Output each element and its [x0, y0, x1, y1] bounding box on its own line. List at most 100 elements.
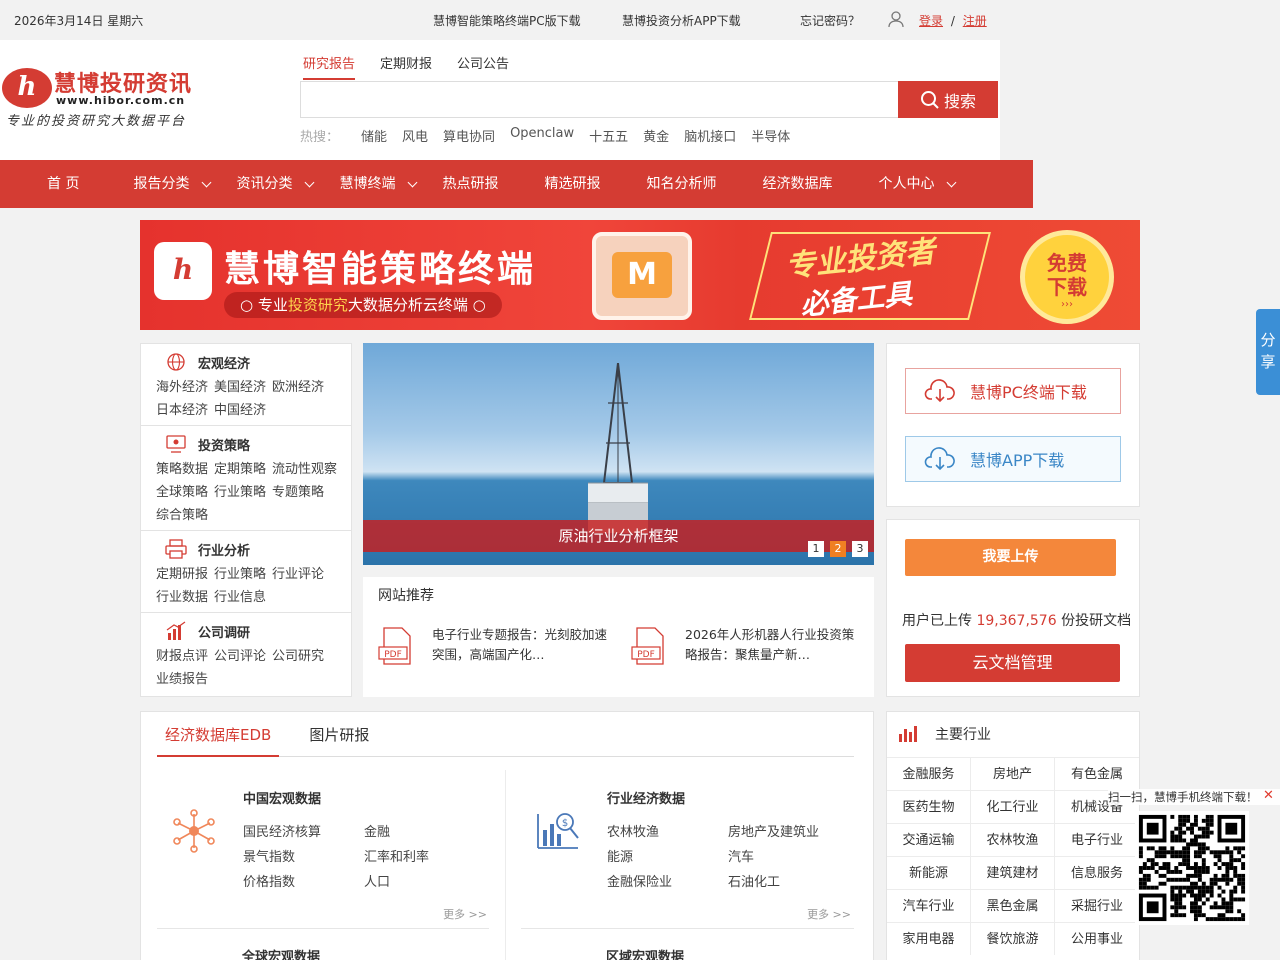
- close-icon[interactable]: ✕: [1263, 789, 1277, 803]
- edb-group-title[interactable]: 中国宏观数据: [243, 788, 321, 807]
- category-link[interactable]: 行业数据: [156, 590, 208, 605]
- hot-keyword[interactable]: 储能: [361, 126, 387, 145]
- edb-link[interactable]: 国民经济核算: [243, 820, 364, 845]
- terminal-banner[interactable]: h 慧博智能策略终端 ○ 专业投资研究大数据分析云终端 ○ M 专业投资者 必备…: [140, 220, 1140, 330]
- category-link[interactable]: 专题策略: [272, 485, 324, 500]
- hot-keyword[interactable]: 半导体: [751, 126, 790, 145]
- industry-item[interactable]: 采掘行业: [1055, 889, 1139, 922]
- industry-item[interactable]: 新能源: [887, 856, 971, 889]
- slider-caption[interactable]: 原油行业分析框架: [363, 520, 874, 552]
- category-link[interactable]: 定期研报: [156, 567, 208, 582]
- edb-more-link[interactable]: 更多 >>: [443, 906, 487, 922]
- edb-link[interactable]: 价格指数: [243, 870, 364, 895]
- edb-link[interactable]: 能源: [607, 845, 728, 870]
- category-link[interactable]: 业绩报告: [156, 672, 208, 687]
- industry-item[interactable]: 化工行业: [971, 790, 1055, 823]
- login-link[interactable]: 登录: [919, 14, 943, 28]
- nav-home[interactable]: 首 页: [47, 160, 79, 208]
- nav-economic-db[interactable]: 经济数据库: [762, 160, 832, 208]
- nav-analysts[interactable]: 知名分析师: [646, 160, 716, 208]
- category-link[interactable]: 欧洲经济: [272, 380, 324, 395]
- category-link[interactable]: 财报点评: [156, 649, 208, 664]
- category-link[interactable]: 行业策略: [214, 567, 266, 582]
- hot-keyword[interactable]: 风电: [402, 126, 428, 145]
- hot-keyword[interactable]: 算电协同: [443, 126, 495, 145]
- category-link[interactable]: 行业评论: [272, 567, 324, 582]
- pc-download-button[interactable]: 慧博PC终端下载: [905, 368, 1121, 414]
- nav-hot-reports[interactable]: 热点研报: [442, 160, 498, 208]
- recommend-item[interactable]: PDF 电子行业专题报告：光刻胶加速突围，高端国产化…: [378, 625, 608, 665]
- search-tab-announcements[interactable]: 公司公告: [457, 53, 509, 80]
- edb-link[interactable]: 房地产及建筑业: [728, 820, 849, 845]
- industry-item[interactable]: 黑色金属: [971, 889, 1055, 922]
- edb-link[interactable]: 石油化工: [728, 870, 849, 895]
- hot-keyword[interactable]: Openclaw: [510, 126, 574, 145]
- hot-keyword[interactable]: 十五五: [589, 126, 628, 145]
- category-link[interactable]: 美国经济: [214, 380, 266, 395]
- nav-terminal[interactable]: 慧博终端: [339, 160, 418, 208]
- pc-terminal-download-link[interactable]: 慧博智能策略终端PC版下载: [433, 12, 581, 29]
- nav-report-categories[interactable]: 报告分类: [133, 160, 212, 208]
- edb-group-title-global[interactable]: 全球宏观数据: [242, 946, 320, 960]
- edb-link[interactable]: 农林牧渔: [607, 820, 728, 845]
- logo-badge[interactable]: h: [2, 68, 52, 108]
- tab-image-reports[interactable]: 图片研报: [301, 724, 377, 756]
- category-link[interactable]: 公司评论: [214, 649, 266, 664]
- forgot-password-link[interactable]: 忘记密码？: [800, 12, 860, 29]
- category-link[interactable]: 海外经济: [156, 380, 208, 395]
- industry-item[interactable]: 农林牧渔: [971, 823, 1055, 856]
- upload-button[interactable]: 我要上传: [905, 539, 1116, 576]
- hot-keyword[interactable]: 脑机接口: [684, 126, 736, 145]
- category-header[interactable]: 公司调研: [164, 621, 250, 641]
- edb-link[interactable]: 人口: [364, 870, 485, 895]
- category-link[interactable]: 流动性观察: [272, 462, 337, 477]
- industry-item[interactable]: 信息服务: [1055, 856, 1139, 889]
- category-link[interactable]: 综合策略: [156, 508, 208, 523]
- industry-item[interactable]: 公用事业: [1055, 922, 1139, 955]
- search-button[interactable]: 搜索: [898, 81, 998, 118]
- industry-item[interactable]: 医药生物: [887, 790, 971, 823]
- app-download-button[interactable]: 慧博APP下载: [905, 436, 1121, 482]
- category-header[interactable]: 宏观经济: [164, 352, 250, 372]
- edb-group-title-regional[interactable]: 区域宏观数据: [606, 946, 684, 960]
- industry-item[interactable]: 汽车行业: [887, 889, 971, 922]
- industry-item[interactable]: 交通运输: [887, 823, 971, 856]
- category-link[interactable]: 全球策略: [156, 485, 208, 500]
- search-input[interactable]: [300, 81, 898, 118]
- edb-link[interactable]: 汇率和利率: [364, 845, 485, 870]
- industry-item[interactable]: 建筑建材: [971, 856, 1055, 889]
- edb-link[interactable]: 金融保险业: [607, 870, 728, 895]
- app-download-link[interactable]: 慧博投资分析APP下载: [622, 12, 741, 29]
- slider-page-button[interactable]: 3: [852, 541, 868, 557]
- share-tab[interactable]: 分享: [1256, 309, 1280, 395]
- edb-group-title[interactable]: 行业经济数据: [607, 788, 685, 807]
- industry-item[interactable]: 餐饮旅游: [971, 922, 1055, 955]
- recommend-item[interactable]: PDF 2026年人形机器人行业投资策略报告：聚焦量产新…: [631, 625, 861, 665]
- register-link[interactable]: 注册: [963, 14, 987, 28]
- featured-slider[interactable]: 原油行业分析框架 1 2 3: [363, 343, 874, 565]
- category-header[interactable]: 行业分析: [164, 539, 250, 559]
- hot-keyword[interactable]: 黄金: [643, 126, 669, 145]
- nav-news-categories[interactable]: 资讯分类: [236, 160, 315, 208]
- category-link[interactable]: 日本经济: [156, 403, 208, 418]
- industry-item[interactable]: 家用电器: [887, 922, 971, 955]
- industry-item[interactable]: 金融服务: [887, 757, 971, 790]
- category-link[interactable]: 中国经济: [214, 403, 266, 418]
- slider-page-button[interactable]: 1: [808, 541, 824, 557]
- category-link[interactable]: 行业策略: [214, 485, 266, 500]
- category-header[interactable]: 投资策略: [164, 434, 250, 454]
- category-link[interactable]: 策略数据: [156, 462, 208, 477]
- search-tab-reports[interactable]: 研究报告: [303, 53, 356, 80]
- edb-link[interactable]: 汽车: [728, 845, 849, 870]
- cloud-doc-button[interactable]: 云文档管理: [905, 644, 1120, 682]
- industry-item[interactable]: 房地产: [971, 757, 1055, 790]
- category-link[interactable]: 定期策略: [214, 462, 266, 477]
- slider-page-button[interactable]: 2: [830, 541, 846, 557]
- tab-edb[interactable]: 经济数据库EDB: [157, 724, 280, 757]
- industry-item[interactable]: 电子行业: [1055, 823, 1139, 856]
- edb-more-link[interactable]: 更多 >>: [807, 906, 851, 922]
- search-tab-financials[interactable]: 定期财报: [380, 53, 432, 80]
- category-link[interactable]: 行业信息: [214, 590, 266, 605]
- industry-item[interactable]: 有色金属: [1055, 757, 1139, 790]
- banner-free-download-button[interactable]: 免费 下载 ›››: [1020, 230, 1114, 324]
